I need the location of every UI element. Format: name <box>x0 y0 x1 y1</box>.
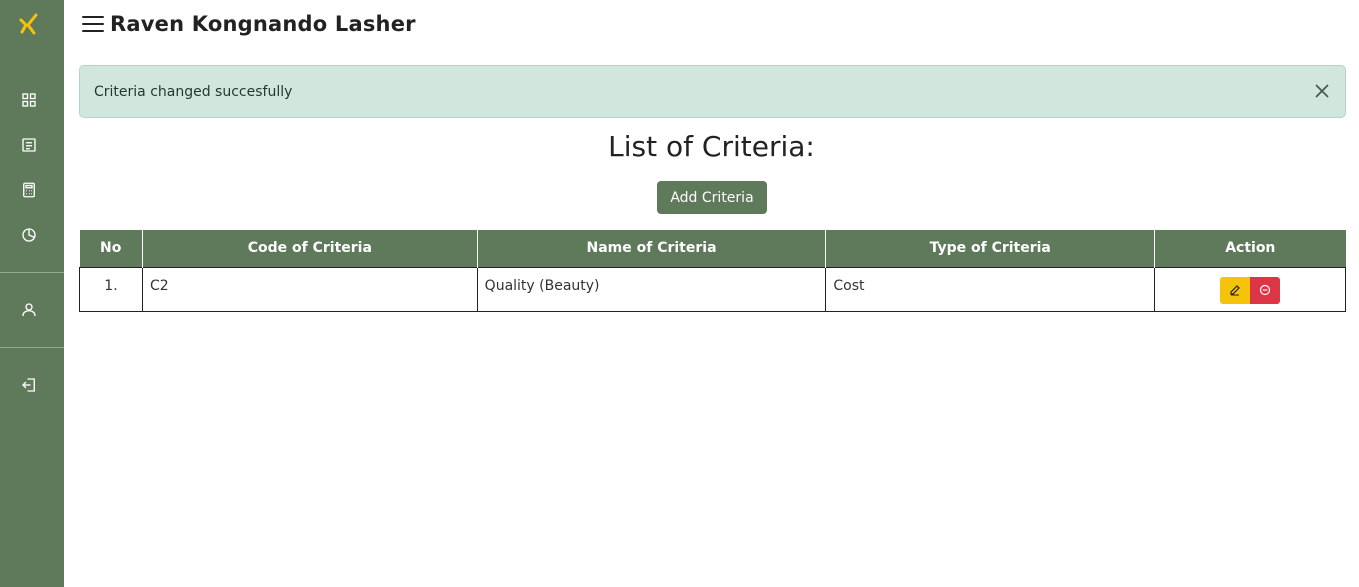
cell-no: 1. <box>79 266 143 312</box>
criteria-table: No Code of Criteria Name of Criteria Typ… <box>79 230 1346 312</box>
edit-button[interactable] <box>1220 276 1251 304</box>
row-actions <box>1155 276 1345 304</box>
cell-actions <box>1154 266 1346 312</box>
column-header-action: Action <box>1154 230 1346 267</box>
close-icon[interactable] <box>1313 82 1331 100</box>
column-header-code: Code of Criteria <box>141 230 478 267</box>
cell-name: Quality (Beauty) <box>476 266 827 312</box>
section-title: List of Criteria: <box>608 130 815 163</box>
cell-type: Cost <box>825 266 1156 312</box>
minus-circle-icon <box>1259 284 1271 296</box>
sidebar-divider <box>0 347 64 348</box>
hamburger-menu-icon[interactable] <box>82 14 104 34</box>
calculator-icon[interactable] <box>19 180 39 200</box>
column-header-name: Name of Criteria <box>476 230 826 267</box>
alert-message: Criteria changed succesfully <box>94 83 293 100</box>
cell-code: C2 <box>141 266 478 312</box>
grid-icon[interactable] <box>19 90 39 110</box>
sidebar <box>0 0 64 587</box>
column-header-no: No <box>79 230 143 267</box>
add-criteria-button[interactable]: Add Criteria <box>657 181 767 214</box>
table-row: 1. C2 Quality (Beauty) Cost <box>79 266 1346 312</box>
logout-icon[interactable] <box>19 375 39 395</box>
sidebar-divider <box>0 272 64 273</box>
table-header-row: No Code of Criteria Name of Criteria Typ… <box>79 230 1346 267</box>
edit-icon <box>1230 285 1240 296</box>
criteria-table-wrap: No Code of Criteria Name of Criteria Typ… <box>79 230 1346 312</box>
pie-chart-icon[interactable] <box>19 225 39 245</box>
page-header: Raven Kongnando Lasher <box>82 10 416 38</box>
delete-button[interactable] <box>1250 276 1281 304</box>
section-title-wrap: List of Criteria: <box>0 130 1359 163</box>
user-icon[interactable] <box>19 300 39 320</box>
column-header-type: Type of Criteria <box>825 230 1155 267</box>
app-logo-icon[interactable] <box>17 12 41 36</box>
page-title: Raven Kongnando Lasher <box>110 12 416 36</box>
success-alert: Criteria changed succesfully <box>79 65 1346 118</box>
